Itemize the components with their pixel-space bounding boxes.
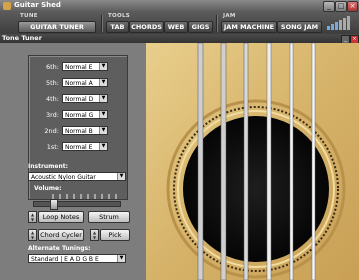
chords-button[interactable]: CHORDS (129, 21, 164, 33)
string-row-3: 3rd: Normal G ▼ (29, 110, 127, 120)
chord-cycler-toggle-icon[interactable]: ▲ ▼ (28, 229, 37, 241)
tab-button[interactable]: TAB (106, 21, 129, 33)
close-icon[interactable]: × (347, 1, 358, 12)
panel-title: Tone Tuner (2, 34, 42, 42)
string-label: 2nd: (44, 127, 59, 135)
chevron-down-icon: ▼ (99, 79, 107, 86)
tune-group-label: TUNE (20, 13, 38, 19)
string-6-select[interactable]: Normal E ▼ (62, 62, 108, 71)
instrument-label: Instrument: (28, 163, 69, 170)
guitar-view (146, 43, 359, 280)
chevron-down-icon: ▼ (99, 111, 107, 118)
volume-slider-thumb[interactable] (50, 199, 58, 210)
chevron-down-icon: ▼ (117, 255, 125, 262)
instrument-select[interactable]: Acoustic Nylon Guitar ▼ (28, 172, 126, 181)
main-toolbar: TUNE GUITAR TUNER TOOLS TAB CHORDS WEB G… (0, 12, 359, 35)
string-4-select[interactable]: Normal D ▼ (62, 94, 108, 103)
pick-button[interactable]: Pick (100, 229, 130, 241)
volume-slider[interactable] (33, 199, 121, 210)
string-2 (289, 43, 294, 280)
loop-notes-toggle-icon[interactable]: ▲ ▼ (28, 211, 37, 223)
string-row-4: 4th: Normal D ▼ (29, 94, 127, 104)
tuner-controls-panel: 6th: Normal E ▼ 5th: Normal A ▼ 4th: Norma… (0, 43, 146, 280)
string-label: 3rd: (45, 111, 59, 119)
string-5-value: Normal A (65, 80, 93, 87)
string-row-2: 2nd: Normal B ▼ (29, 126, 127, 136)
soundhole (183, 116, 329, 262)
volume-label: Volume: (34, 185, 62, 192)
string-3-select[interactable]: Normal G ▼ (62, 110, 108, 119)
chevron-down-icon: ▼ (99, 95, 107, 102)
chevron-down-icon: ▼ (99, 63, 107, 70)
string-5-select[interactable]: Normal A ▼ (62, 78, 108, 87)
string-2-value: Normal B (65, 128, 93, 135)
string-label: 6th: (46, 63, 59, 71)
alternate-tunings-label: Alternate Tunings: (28, 245, 91, 252)
string-row-5: 5th: Normal A ▼ (29, 78, 127, 88)
minimize-icon[interactable]: _ (323, 1, 335, 12)
string-row-1: 1st: Normal E ▼ (29, 142, 127, 152)
string-1-select[interactable]: Normal E ▼ (62, 142, 108, 151)
gigs-button[interactable]: GIGS (188, 21, 213, 33)
string-3-value: Normal G (65, 112, 94, 119)
loop-notes-button[interactable]: Loop Notes (38, 211, 84, 223)
alternate-tunings-select[interactable]: Standard | E A D G B E ▼ (28, 254, 126, 263)
app-icon (3, 2, 11, 10)
song-jam-button[interactable]: SONG JAM (277, 21, 322, 33)
string-1-value: Normal E (65, 144, 93, 151)
strum-button[interactable]: Strum (88, 211, 130, 223)
string-1 (311, 43, 316, 280)
toolbar-divider (216, 15, 217, 32)
string-label: 4th: (46, 95, 59, 103)
tools-group-label: TOOLS (108, 13, 131, 19)
jam-machine-button[interactable]: JAM MACHINE (221, 21, 277, 33)
string-label: 5th: (46, 79, 59, 87)
string-6 (197, 43, 204, 280)
string-6-value: Normal E (65, 64, 93, 71)
string-4 (243, 43, 249, 280)
guitar-tuner-button[interactable]: GUITAR TUNER (18, 21, 96, 33)
string-2-select[interactable]: Normal B ▼ (62, 126, 108, 135)
alternate-tunings-value: Standard | E A D G B E (31, 256, 99, 263)
web-button[interactable]: WEB (164, 21, 188, 33)
toolbar-divider (101, 15, 102, 32)
string-label: 1st: (46, 143, 59, 151)
instrument-value: Acoustic Nylon Guitar (31, 174, 96, 181)
guitar-body-illustration (146, 43, 359, 280)
chevron-down-icon: ▼ (99, 143, 107, 150)
chevron-down-icon: ▼ (117, 173, 125, 180)
chord-cycler-button[interactable]: Chord Cycler (38, 229, 84, 241)
string-row-6: 6th: Normal E ▼ (29, 62, 127, 72)
maximize-icon[interactable]: □ (335, 1, 347, 12)
string-3 (266, 43, 272, 280)
volume-meter-icon (327, 16, 350, 30)
window-title: Guitar Shed (14, 1, 61, 9)
string-5 (220, 43, 227, 280)
pick-toggle-icon[interactable]: ▲ ▼ (90, 229, 99, 241)
guitar-shed-window: Guitar Shed _ □ × TUNE GUITAR TUNER TOOL… (0, 0, 359, 280)
jam-group-label: JAM (223, 13, 236, 19)
chevron-down-icon: ▼ (99, 127, 107, 134)
string-4-value: Normal D (65, 96, 94, 103)
volume-ticks (52, 194, 117, 199)
